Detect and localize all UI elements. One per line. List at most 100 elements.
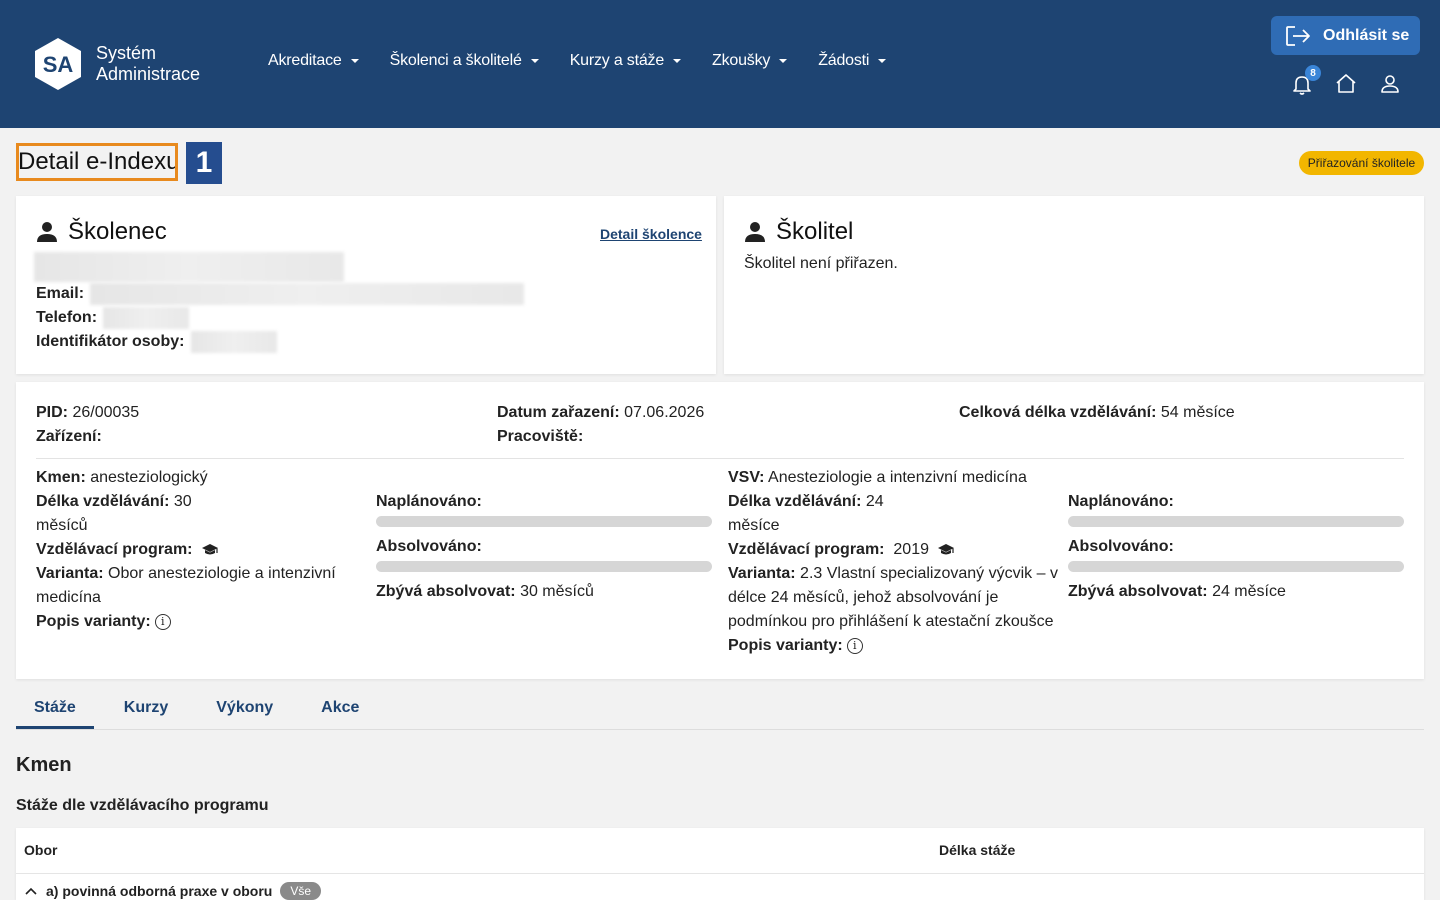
nav-item-zkousky[interactable]: Zkoušky xyxy=(712,52,788,70)
internships-table: Obor Délka stáže a) povinná odborná prax… xyxy=(16,828,1424,900)
kmen-program-row: Vzdělávací program: xyxy=(36,538,366,562)
vsv-length-row: Délka vzdělávání: 24 xyxy=(728,490,1068,514)
trainee-id-row: Identifikátor osoby: xyxy=(36,330,277,354)
pid-label: PID: xyxy=(36,404,68,421)
nav-label: Žádosti xyxy=(818,52,870,69)
kmen-label: Kmen: xyxy=(36,469,86,486)
logo-text: SA xyxy=(43,52,74,77)
length-value: 30 xyxy=(173,493,192,510)
nav-item-kurzy[interactable]: Kurzy a stáže xyxy=(570,52,682,70)
logo-hexagon-icon[interactable]: SA xyxy=(34,37,82,91)
chevron-down-icon xyxy=(673,59,682,63)
planned-label: Naplánováno: xyxy=(1068,493,1174,510)
email-label: Email: xyxy=(36,285,85,302)
table-row[interactable]: a) povinná odborná praxe v oboru Vše xyxy=(24,882,322,900)
vsv-progress: Naplánováno: Absolvováno: Zbývá absolvov… xyxy=(1068,490,1404,604)
tab-vykony[interactable]: Výkony xyxy=(192,692,297,729)
graduation-cap-icon[interactable] xyxy=(201,543,219,557)
trainee-name-redacted xyxy=(34,252,344,282)
column-header-obor[interactable]: Obor xyxy=(24,842,57,858)
planned-label: Naplánováno: xyxy=(376,493,482,510)
nav-label: Školenci a školitelé xyxy=(389,52,522,69)
variant-value-cont: délce 24 měsíců, jehož absolvování je xyxy=(728,589,999,606)
total-length-row: Celková délka vzdělávání: 54 měsíce xyxy=(959,401,1235,425)
tab-staze[interactable]: Stáže xyxy=(16,692,94,729)
chevron-down-icon xyxy=(878,59,887,63)
kmen-length-row: Délka vzdělávání: 30 xyxy=(36,490,366,514)
nav-item-akreditace[interactable]: Akreditace xyxy=(268,52,359,70)
nav-label: Akreditace xyxy=(268,52,342,69)
trainer-heading-text: Školitel xyxy=(776,218,854,245)
trainee-card: Školenec Detail školence Email: Telefon:… xyxy=(16,196,716,374)
date-row: Datum zařazení: 07.06.2026 xyxy=(497,401,704,425)
brand-name[interactable]: Systém Administrace xyxy=(96,43,200,85)
info-icon[interactable]: i xyxy=(154,613,171,630)
length-label: Délka vzdělávání: xyxy=(728,493,862,510)
facility-row: Zařízení: xyxy=(36,425,102,449)
nav-item-zadosti[interactable]: Žádosti xyxy=(818,52,887,70)
trainee-heading-text: Školenec xyxy=(68,218,167,245)
user-icon[interactable] xyxy=(1378,72,1402,96)
trainee-phone-row: Telefon: xyxy=(36,306,190,330)
notification-badge: 8 xyxy=(1305,65,1321,81)
nav-label: Zkoušky xyxy=(712,52,771,69)
logout-icon xyxy=(1286,25,1310,46)
top-navigation-bar: SA Systém Administrace Akreditace Školen… xyxy=(0,0,1440,128)
workplace-label: Pracoviště: xyxy=(497,428,584,445)
date-value: 07.06.2026 xyxy=(624,404,705,421)
phone-value-redacted xyxy=(103,306,190,329)
trainee-email-row: Email: xyxy=(36,282,525,306)
logout-button[interactable]: Odhlásit se xyxy=(1271,16,1420,55)
remaining-row: Zbývá absolvovat: 30 měsíců xyxy=(376,580,712,604)
variant-value: Obor anesteziologie a intenzivní xyxy=(108,565,336,582)
planned-progress-bar xyxy=(376,516,712,527)
remaining-value: 30 měsíců xyxy=(520,583,594,600)
variant-label: Varianta: xyxy=(728,565,796,582)
eindex-summary-card: PID: 26/00035 Zařízení: Datum zařazení: … xyxy=(16,382,1424,679)
vsv-value: Anesteziologie a intenzivní medicína xyxy=(768,469,1027,486)
length-value: 24 xyxy=(865,493,884,510)
info-icon[interactable]: i xyxy=(846,637,863,654)
date-label: Datum zařazení: xyxy=(497,404,620,421)
home-icon[interactable] xyxy=(1334,72,1358,96)
graduation-cap-icon[interactable] xyxy=(937,543,955,557)
row-label: a) povinná odborná praxe v oboru xyxy=(46,883,273,899)
page-title: Detail e-Indexu xyxy=(16,143,178,181)
facility-label: Zařízení: xyxy=(36,428,102,445)
tab-label: Akce xyxy=(321,699,360,716)
variant-label: Varianta: xyxy=(36,565,104,582)
program-label: Vzdělávací program: xyxy=(728,541,885,558)
step-marker: 1 xyxy=(186,142,222,184)
variant-value-cont: medicína xyxy=(36,589,101,606)
brand-name-line2: Administrace xyxy=(96,64,201,84)
trainer-card: Školitel Školitel není přiřazen. xyxy=(724,196,1424,374)
row-badge: Vše xyxy=(280,882,322,900)
length-unit: měsíců xyxy=(36,517,88,534)
variant-value-cont: podmínkou pro přihlášení k atestační zko… xyxy=(728,613,1054,630)
trainee-detail-link[interactable]: Detail školence xyxy=(600,226,702,242)
logout-label: Odhlásit se xyxy=(1323,26,1410,44)
id-label: Identifikátor osoby: xyxy=(36,333,185,350)
remaining-label: Zbývá absolvovat: xyxy=(376,583,516,600)
status-badge: Přiřazování školitele xyxy=(1299,151,1424,175)
variant-value: 2.3 Vlastní specializovaný výcvik – v xyxy=(800,565,1058,582)
tab-label: Stáže xyxy=(34,699,76,716)
person-icon xyxy=(745,222,765,242)
kmen-desc-row: Popis varianty: i xyxy=(36,610,366,634)
total-length-label: Celková délka vzdělávání: xyxy=(959,404,1157,421)
vsv-label: VSV: xyxy=(728,469,765,486)
program-label: Vzdělávací program: xyxy=(36,541,193,558)
tab-kurzy[interactable]: Kurzy xyxy=(94,692,192,729)
kmen-value: anesteziologický xyxy=(90,469,208,486)
chevron-down-icon xyxy=(779,59,788,63)
tab-akce[interactable]: Akce xyxy=(297,692,383,729)
chevron-up-icon[interactable] xyxy=(24,886,38,896)
section-title: Kmen xyxy=(16,754,72,776)
completed-label: Absolvováno: xyxy=(1068,538,1174,555)
tab-label: Výkony xyxy=(216,699,274,716)
nav-item-skolenci[interactable]: Školenci a školitelé xyxy=(390,52,539,70)
pid-value: 26/00035 xyxy=(72,404,140,421)
column-header-length[interactable]: Délka stáže xyxy=(939,842,1015,858)
kmen-name-row: Kmen: anesteziologický xyxy=(36,466,366,490)
total-length-value: 54 měsíce xyxy=(1160,404,1235,421)
